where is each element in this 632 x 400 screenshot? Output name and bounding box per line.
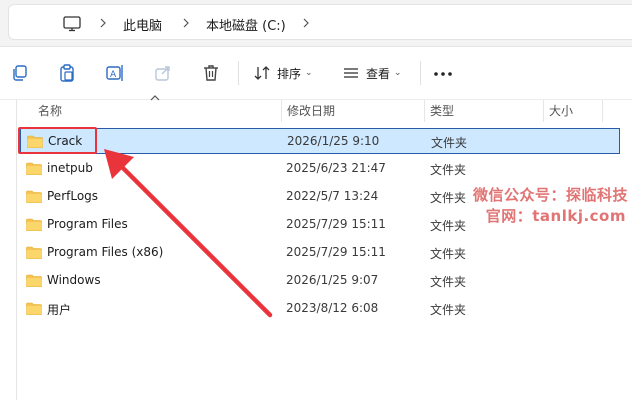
view-button[interactable]: 查看 ⌄ [342,61,402,85]
column-header-size[interactable]: 大小 [549,102,573,119]
breadcrumb-item-local-disk[interactable]: 本地磁盘 (C:) [206,15,286,34]
file-name: inetpub [47,161,93,175]
file-name: Program Files (x86) [47,245,164,259]
file-name: PerfLogs [47,189,99,203]
file-type: 文件夹 [430,247,467,261]
paste-icon[interactable] [57,63,77,83]
view-label: 查看 [366,66,391,81]
file-date: 2025/6/23 21:47 [286,161,386,175]
file-date: 2022/5/7 13:24 [286,189,379,203]
chevron-down-icon: ⌄ [394,68,402,78]
file-row[interactable]: Windows 2026/1/25 9:07 文件夹 [20,268,620,294]
file-row[interactable]: Crack 2026/1/25 9:10 文件夹 [20,128,620,154]
column-separator[interactable] [424,100,425,122]
rename-icon[interactable]: A [105,63,125,83]
view-list-icon [344,68,358,78]
breadcrumb[interactable]: 此电脑 本地磁盘 (C:) [8,4,632,40]
address-bar: 此电脑 本地磁盘 (C:) [0,0,632,47]
file-name: Windows [47,273,101,287]
file-date: 2023/8/12 6:08 [286,301,379,315]
column-header-type[interactable]: 类型 [430,102,454,119]
command-bar: A 排序 ⌄ 查看 ⌄ [0,47,632,100]
file-type: 文件夹 [430,191,467,205]
file-row[interactable]: 用户 2023/8/12 6:08 文件夹 [20,296,620,322]
folder-icon [26,218,42,231]
folder-icon [26,302,42,315]
folder-icon [26,162,42,175]
column-separator[interactable] [602,100,603,122]
file-date: 2025/7/29 15:11 [286,217,386,231]
file-name: Program Files [47,217,128,231]
breadcrumb-item-this-pc[interactable]: 此电脑 [123,15,162,34]
folder-icon [26,274,42,287]
sort-ascending-icon [150,95,160,101]
watermark-wechat: 微信公众号：探临科技 [472,186,628,204]
folder-icon [26,246,42,259]
chevron-right-icon[interactable] [181,17,191,29]
toolbar-divider [420,61,421,85]
file-date: 2026/1/25 9:07 [286,273,379,287]
column-header-date[interactable]: 修改日期 [287,102,335,119]
folder-icon [26,190,42,203]
share-icon[interactable] [153,63,173,83]
file-type: 文件夹 [430,303,467,317]
file-type: 文件夹 [431,136,468,150]
copy-path-icon[interactable] [10,63,30,83]
toolbar-divider [238,61,239,85]
watermark-website: 官网：tanlkj.com [485,207,626,225]
column-separator[interactable] [543,100,544,122]
column-separator[interactable] [281,100,282,122]
file-date: 2026/1/25 9:10 [287,134,380,148]
column-header-name[interactable]: 名称 [38,102,62,119]
chevron-right-icon[interactable] [98,17,108,29]
file-name: 用户 [47,303,72,317]
ellipsis-icon[interactable] [433,71,453,77]
highlight-box [18,127,97,154]
file-type: 文件夹 [430,275,467,289]
computer-icon[interactable] [63,16,81,32]
file-type: 文件夹 [430,163,467,177]
chevron-right-icon[interactable] [301,17,311,29]
chevron-down-icon: ⌄ [305,68,313,78]
delete-icon[interactable] [201,63,221,83]
sort-button[interactable]: 排序 ⌄ [253,61,313,85]
nav-pane-divider[interactable] [16,100,17,400]
file-row[interactable]: inetpub 2025/6/23 21:47 文件夹 [20,156,620,182]
file-date: 2025/7/29 15:11 [286,245,386,259]
svg-text:A: A [110,70,117,80]
file-row[interactable]: Program Files (x86) 2025/7/29 15:11 文件夹 [20,240,620,266]
file-type: 文件夹 [430,219,467,233]
sort-label: 排序 [277,66,302,81]
sort-icon [254,66,270,80]
